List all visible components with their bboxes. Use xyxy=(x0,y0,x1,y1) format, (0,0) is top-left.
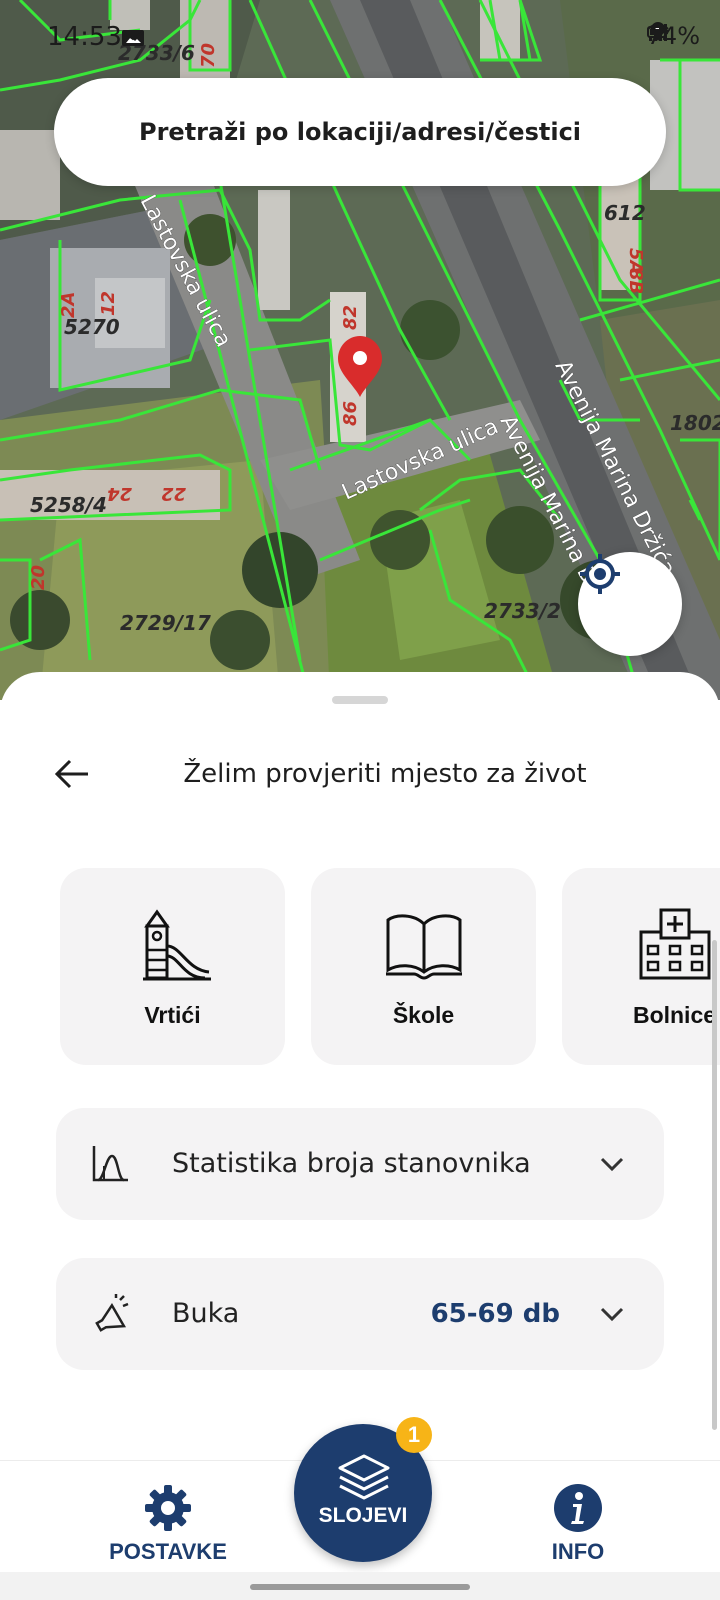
chevron-down-icon xyxy=(600,1157,624,1172)
house-number: 2A xyxy=(58,292,79,318)
hospital-icon xyxy=(639,908,710,980)
settings-nav-button[interactable]: POSTAVKE xyxy=(88,1461,248,1573)
search-placeholder: Pretraži po lokaciji/adresi/čestici xyxy=(138,118,582,146)
category-card-vrtici[interactable]: Vrtići xyxy=(60,868,285,1065)
gesture-bar xyxy=(0,1572,720,1600)
house-number: 8B xyxy=(625,268,646,294)
population-stats-row[interactable]: Statistika broja stanovnika xyxy=(56,1108,664,1220)
back-button[interactable] xyxy=(48,750,96,798)
nav-label: INFO xyxy=(551,1539,605,1564)
house-number: 86 xyxy=(340,401,361,426)
megaphone-icon xyxy=(95,1294,129,1332)
info-icon xyxy=(554,1484,602,1532)
locate-me-button[interactable] xyxy=(578,552,682,656)
search-bar[interactable]: Pretraži po lokaciji/adresi/čestici xyxy=(54,78,666,186)
status-time: 14:53 xyxy=(47,22,122,52)
battery-icon xyxy=(646,26,668,38)
plot-label: 2729/17 xyxy=(120,611,211,635)
sheet-title: Želim provjeriti mjesto za život xyxy=(183,759,587,789)
playground-icon xyxy=(142,909,211,981)
population-chart-icon xyxy=(92,1146,128,1182)
category-label: Škole xyxy=(392,1002,455,1028)
row-label: Statistika broja stanovnika xyxy=(172,1148,531,1179)
chevron-down-icon xyxy=(600,1307,624,1322)
category-label: Bolnice xyxy=(632,1002,717,1028)
noise-value: 65-69 db xyxy=(430,1299,560,1329)
book-icon xyxy=(385,914,462,980)
category-card-bolnice[interactable]: Bolnice xyxy=(562,868,720,1065)
house-number: 12 xyxy=(98,291,119,316)
house-number: 82 xyxy=(340,305,361,330)
map-view[interactable]: Lastovska ulica Lastovska ulica Avenija … xyxy=(0,0,720,700)
category-carousel[interactable]: Vrtići Škole Bolnice xyxy=(60,868,720,1068)
house-number: 22 xyxy=(161,483,186,504)
plot-label: 1802 xyxy=(670,411,720,435)
gmail-icon xyxy=(122,30,144,46)
scrollbar[interactable] xyxy=(712,940,717,1430)
category-card-skole[interactable]: Škole xyxy=(311,868,536,1065)
plot-label: 2733/2 xyxy=(484,599,561,623)
plot-label: 5258/4 xyxy=(30,493,107,517)
house-number: 20 xyxy=(28,565,49,590)
bottom-sheet: Želim provjeriti mjesto za život Vrtići xyxy=(0,672,720,1462)
gear-icon xyxy=(145,1485,191,1531)
layers-label: SLOJEVI xyxy=(318,1504,408,1527)
nav-label: POSTAVKE xyxy=(109,1539,227,1564)
home-gesture-pill[interactable] xyxy=(250,1584,470,1590)
plot-label: 612 xyxy=(604,201,646,225)
row-label: Buka xyxy=(172,1298,240,1329)
layers-count-badge: 1 xyxy=(396,1417,432,1453)
status-bar: 14:53 74% xyxy=(0,0,720,80)
layers-icon xyxy=(338,1454,390,1500)
category-label: Vrtići xyxy=(144,1002,201,1028)
crosshair-icon xyxy=(580,554,620,594)
house-number: 24 xyxy=(107,483,132,504)
sheet-drag-handle[interactable] xyxy=(332,696,388,704)
arrow-left-icon xyxy=(54,759,88,789)
noise-row[interactable]: Buka 65-69 db xyxy=(56,1258,664,1370)
info-nav-button[interactable]: INFO xyxy=(498,1461,658,1573)
